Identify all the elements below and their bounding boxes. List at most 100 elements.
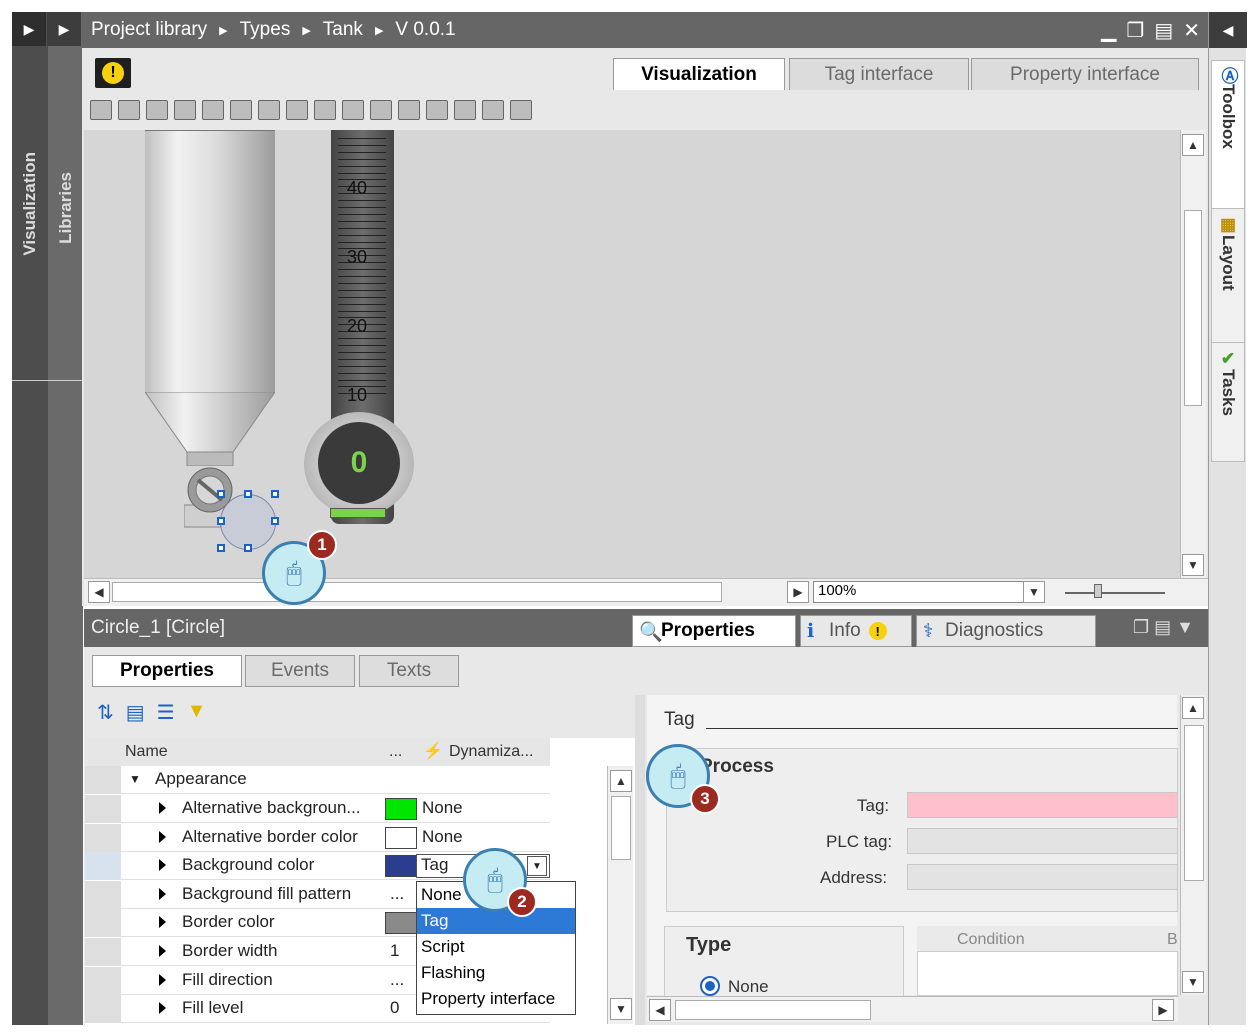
send-back-icon[interactable]: [454, 100, 476, 120]
gauge-value[interactable]: 0: [318, 422, 400, 504]
breadcrumb-types[interactable]: Types: [240, 19, 291, 41]
same-height-icon[interactable]: [398, 100, 420, 120]
tab-property-interface[interactable]: Property interface: [971, 58, 1199, 90]
tank-graphic[interactable]: [145, 130, 275, 392]
table-vertical-scrollbar[interactable]: ▲ ▼: [607, 766, 633, 1024]
scroll-up-icon[interactable]: ▲: [610, 770, 632, 792]
condition-column[interactable]: Condition: [957, 931, 1025, 949]
tab-layout[interactable]: ▦ Layout: [1211, 208, 1245, 344]
group-view-icon[interactable]: ▤: [126, 700, 145, 725]
column-name[interactable]: Name: [125, 743, 168, 761]
canvas-vertical-scrollbar[interactable]: ▲ ▼: [1180, 130, 1206, 578]
backward-icon[interactable]: [510, 100, 532, 120]
libraries-panel-tab[interactable]: Libraries: [48, 12, 83, 1025]
visualization-panel-tab[interactable]: Visualization: [12, 12, 47, 1025]
zoom-select[interactable]: 100%: [813, 581, 1045, 603]
breadcrumb-project-library[interactable]: Project library: [91, 19, 207, 41]
scroll-right-icon[interactable]: ▶: [787, 581, 809, 603]
bring-front-icon[interactable]: [426, 100, 448, 120]
chevron-down-icon[interactable]: ▼: [527, 856, 547, 877]
scroll-up-icon[interactable]: ▲: [1182, 134, 1204, 156]
scroll-down-icon[interactable]: ▼: [1182, 971, 1204, 993]
distribute-icon[interactable]: [342, 100, 364, 120]
radio-none[interactable]: [700, 976, 720, 996]
tab-visualization[interactable]: Visualization: [613, 58, 785, 90]
expand-icon[interactable]: [159, 802, 166, 814]
tab-toolbox[interactable]: Ⓐ Toolbox: [1211, 60, 1245, 210]
resize-handle[interactable]: [244, 544, 252, 552]
tab-events[interactable]: Events: [245, 655, 355, 687]
dropdown-option-property-interface[interactable]: Property interface: [417, 986, 575, 1012]
scroll-right-icon[interactable]: ▶: [1152, 999, 1174, 1021]
align-left-icon[interactable]: [174, 100, 196, 120]
color-swatch[interactable]: [385, 912, 417, 935]
scroll-thumb[interactable]: [1184, 210, 1202, 406]
inspector-window-controls[interactable]: ❐ ▤ ▼: [1133, 617, 1194, 638]
column-dots[interactable]: ...: [389, 743, 402, 761]
table-row[interactable]: Alternative border color None: [85, 823, 550, 852]
dropdown-option-script[interactable]: Script: [417, 934, 575, 960]
zoom-dropdown-icon[interactable]: ▼: [1023, 581, 1045, 603]
forward-icon[interactable]: [482, 100, 504, 120]
scroll-down-icon[interactable]: ▼: [1182, 554, 1204, 576]
tab-diagnostics[interactable]: ⚕ Diagnostics: [916, 615, 1096, 647]
resize-handle[interactable]: [217, 544, 225, 552]
resize-handle[interactable]: [271, 517, 279, 525]
align-middle-icon[interactable]: [286, 100, 308, 120]
warning-icon[interactable]: !: [95, 58, 131, 88]
panel-vertical-scrollbar[interactable]: ▲ ▼: [1180, 695, 1206, 995]
breadcrumb-version[interactable]: V 0.0.1: [395, 19, 455, 41]
tab-info[interactable]: ℹ Info !: [800, 615, 912, 647]
expand-visualization-button[interactable]: ▶: [12, 12, 46, 46]
scroll-down-icon[interactable]: ▼: [610, 998, 632, 1020]
splitter[interactable]: [635, 695, 645, 1025]
collapse-icon[interactable]: ▼: [129, 772, 141, 786]
scroll-left-icon[interactable]: ◀: [649, 999, 671, 1021]
color-swatch[interactable]: [385, 826, 417, 849]
align-bottom-icon[interactable]: [314, 100, 336, 120]
restore-icon[interactable]: ❐: [1126, 18, 1144, 43]
expand-icon[interactable]: [159, 830, 166, 843]
scroll-up-icon[interactable]: ▲: [1182, 697, 1204, 719]
maximize-icon[interactable]: ▤: [1154, 18, 1173, 43]
rotate-right-icon[interactable]: [118, 100, 140, 120]
scroll-thumb[interactable]: [112, 582, 722, 602]
align-top-icon[interactable]: [258, 100, 280, 120]
tag-field[interactable]: [907, 792, 1178, 818]
resize-handle[interactable]: [271, 490, 279, 498]
group-row-appearance[interactable]: ▼ Appearance: [85, 766, 550, 794]
list-view-icon[interactable]: ☰: [157, 700, 175, 725]
tab-tasks[interactable]: ✔ Tasks: [1211, 342, 1245, 462]
close-icon[interactable]: ✕: [1183, 18, 1200, 43]
resize-handle[interactable]: [244, 490, 252, 498]
collapse-task-cards-button[interactable]: ◀: [1209, 12, 1247, 48]
breadcrumb-tank[interactable]: Tank: [323, 19, 363, 41]
expand-icon[interactable]: [159, 859, 166, 872]
minimize-icon[interactable]: ▁: [1101, 18, 1116, 43]
column-b[interactable]: B: [1167, 931, 1178, 949]
scroll-thumb[interactable]: [611, 796, 631, 860]
tab-tag-interface[interactable]: Tag interface: [789, 58, 969, 90]
tab-properties[interactable]: Properties: [92, 655, 242, 687]
column-dynamization[interactable]: Dynamiza...: [449, 743, 533, 761]
resize-handle[interactable]: [217, 517, 225, 525]
scroll-thumb[interactable]: [1184, 725, 1204, 881]
zoom-slider-thumb[interactable]: [1094, 584, 1102, 598]
zoom-slider[interactable]: [1065, 592, 1165, 594]
rotate-icon[interactable]: [146, 100, 168, 120]
selected-circle-object[interactable]: [220, 494, 276, 550]
expand-icon[interactable]: [159, 916, 166, 929]
sort-alpha-icon[interactable]: ⇅: [97, 700, 114, 725]
scroll-thumb[interactable]: [675, 1000, 871, 1020]
color-swatch[interactable]: [385, 855, 417, 878]
tab-texts[interactable]: Texts: [359, 655, 459, 687]
tab-properties-inspector[interactable]: 🔍 Properties: [632, 615, 796, 647]
expand-icon[interactable]: [159, 887, 166, 900]
color-swatch[interactable]: [385, 798, 417, 820]
same-width-icon[interactable]: [370, 100, 392, 120]
filter-icon[interactable]: ▼: [187, 700, 207, 725]
align-center-icon[interactable]: [202, 100, 224, 120]
resize-handle[interactable]: [217, 490, 225, 498]
rotate-left-icon[interactable]: [90, 100, 112, 120]
scroll-left-icon[interactable]: ◀: [88, 581, 110, 603]
